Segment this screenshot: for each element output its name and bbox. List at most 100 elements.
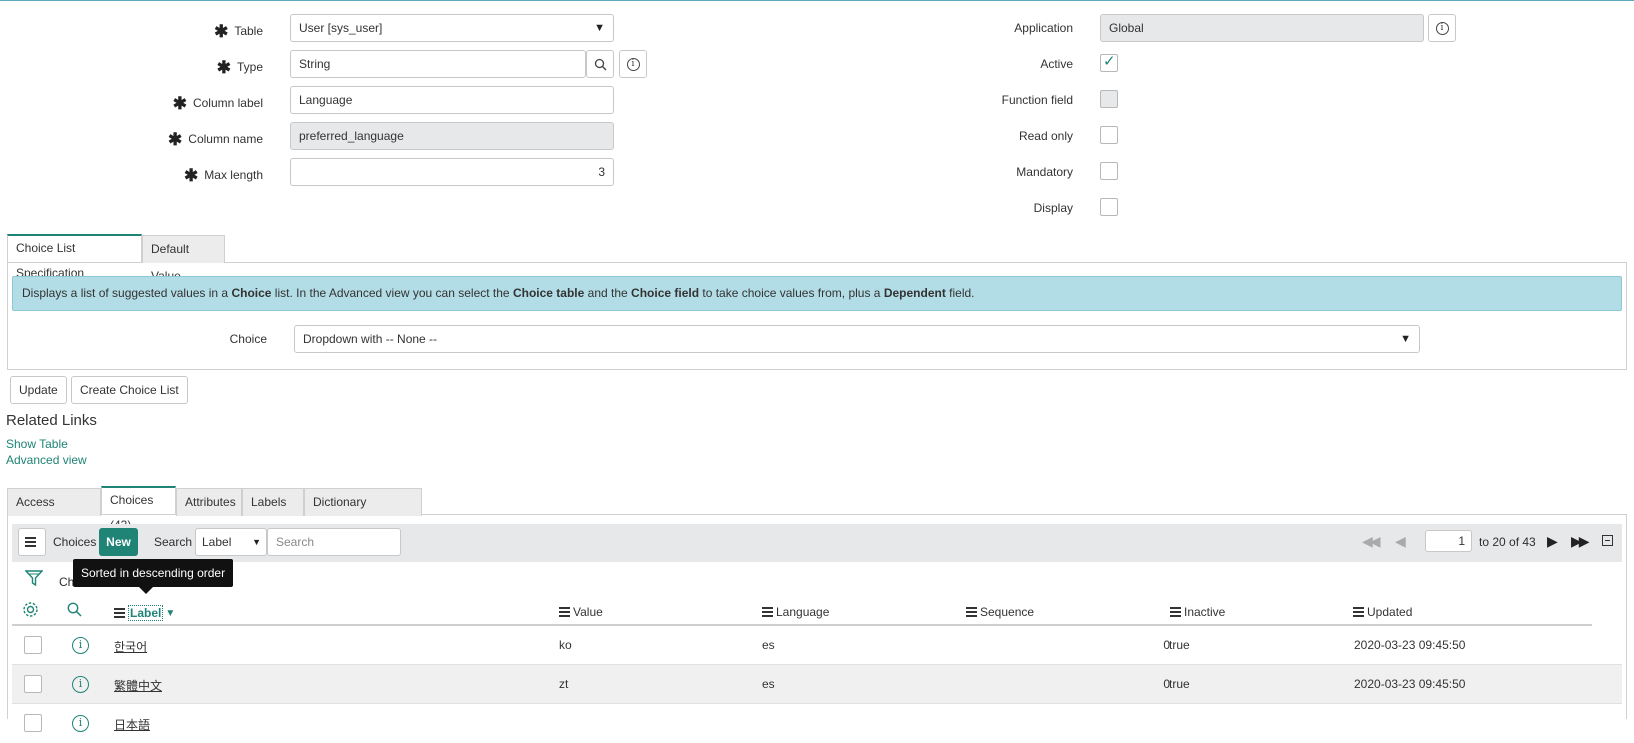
table-select[interactable]: User [sys_user] ▼ xyxy=(290,14,614,42)
info-icon: i xyxy=(1435,21,1449,35)
type-info-button[interactable]: i xyxy=(619,50,647,78)
row-label-link[interactable]: 繁體中文 xyxy=(114,677,162,694)
info-banner: Displays a list of suggested values in a… xyxy=(12,276,1622,311)
page-range-text: to 20 of 43 xyxy=(1479,535,1536,549)
new-button[interactable]: New xyxy=(99,528,138,556)
tab-choice-list-specification[interactable]: Choice List Specification xyxy=(7,234,142,280)
row-language: es xyxy=(762,677,775,691)
column-header-sequence[interactable]: Sequence xyxy=(966,605,1034,619)
search-label: Search xyxy=(154,535,193,549)
mandatory-checkbox[interactable] xyxy=(1100,162,1118,180)
advanced-view-link[interactable]: Advanced view xyxy=(6,453,87,467)
info-icon[interactable]: i xyxy=(72,676,89,693)
row-select-checkbox[interactable] xyxy=(24,636,42,654)
column-menu-icon[interactable] xyxy=(1170,605,1181,619)
list-title: Choices xyxy=(53,535,97,549)
tab-choices[interactable]: Choices (43) xyxy=(101,486,176,532)
top-accent-line xyxy=(0,0,1634,1)
dropdown-arrow-icon: ▼ xyxy=(1400,333,1411,345)
column-header-value[interactable]: Value xyxy=(559,605,603,619)
row-inactive: true xyxy=(1169,638,1190,652)
required-icon: ✱ xyxy=(216,58,231,77)
show-table-link[interactable]: Show Table xyxy=(6,437,68,451)
row-language: es xyxy=(762,638,775,652)
row-select-checkbox[interactable] xyxy=(24,714,42,732)
tab-labels[interactable]: Labels (2) xyxy=(242,488,304,536)
column-menu-icon[interactable] xyxy=(966,605,977,619)
column-label-field[interactable]: Language xyxy=(290,86,614,114)
create-choice-list-button[interactable]: Create Choice List xyxy=(71,376,188,404)
row-inactive: true xyxy=(1169,677,1190,691)
related-links-heading: Related Links xyxy=(6,412,97,429)
table-row: i 繁體中文 zt es 0 true 2020-03-23 09:45:50 xyxy=(12,665,1622,704)
row-label-link[interactable]: 한국어 xyxy=(114,638,147,655)
next-page-icon[interactable]: ▶ xyxy=(1547,533,1558,550)
info-icon: i xyxy=(626,57,640,71)
required-icon: ✱ xyxy=(172,94,187,113)
search-icon[interactable] xyxy=(67,602,82,617)
mandatory-label: Mandatory xyxy=(1016,165,1073,179)
search-icon xyxy=(594,58,606,70)
list-menu-button[interactable] xyxy=(18,528,46,556)
table-row: i 日本語 xyxy=(12,704,1622,743)
collapse-icon[interactable] xyxy=(1602,535,1613,546)
max-length-label: ✱ Max length xyxy=(184,166,263,185)
gear-icon[interactable] xyxy=(22,601,39,618)
column-header-language[interactable]: Language xyxy=(762,605,829,619)
row-value: ko xyxy=(559,638,572,652)
sort-tooltip: Sorted in descending order xyxy=(73,559,234,594)
application-info-button[interactable]: i xyxy=(1428,14,1456,42)
read-only-label: Read only xyxy=(1018,129,1073,143)
filter-icon[interactable] xyxy=(25,569,43,587)
tab-access-controls[interactable]: Access Controls xyxy=(7,488,101,536)
row-sequence: 0 xyxy=(1163,677,1170,691)
column-name-label: ✱ Column name xyxy=(168,130,263,149)
tab-attributes[interactable]: Attributes xyxy=(176,488,242,516)
dropdown-arrow-icon: ▼ xyxy=(252,537,261,547)
type-lookup-button[interactable] xyxy=(586,50,614,78)
max-length-field[interactable]: 3 xyxy=(290,158,614,186)
type-label: ✱ Type xyxy=(216,58,263,77)
sort-descending-icon: ▼ xyxy=(165,607,176,619)
function-field-label: Function field xyxy=(1001,93,1073,107)
column-header-updated[interactable]: Updated xyxy=(1353,605,1412,619)
choice-label: Choice xyxy=(229,332,267,346)
active-label: Active xyxy=(1040,57,1073,71)
application-label: Application xyxy=(1014,21,1073,35)
info-icon[interactable]: i xyxy=(72,715,89,732)
type-field[interactable]: String xyxy=(290,50,586,78)
last-page-icon[interactable]: ▶▶ xyxy=(1571,533,1589,550)
hamburger-icon xyxy=(25,535,36,549)
column-menu-icon[interactable] xyxy=(114,606,125,620)
required-icon: ✱ xyxy=(214,22,229,41)
application-field: Global xyxy=(1100,14,1424,42)
column-label-label: ✱ Column label xyxy=(172,94,263,113)
choice-select[interactable]: Dropdown with -- None -- ▼ xyxy=(294,325,1420,353)
display-checkbox[interactable] xyxy=(1100,198,1118,216)
page-number-input[interactable]: 1 xyxy=(1425,530,1472,552)
table-label: ✱ Table xyxy=(214,22,263,41)
read-only-checkbox[interactable] xyxy=(1100,126,1118,144)
column-header-inactive[interactable]: Inactive xyxy=(1170,605,1225,619)
column-name-field: preferred_language xyxy=(290,122,614,150)
required-icon: ✱ xyxy=(168,130,183,149)
previous-page-icon[interactable]: ◀ xyxy=(1395,533,1406,550)
column-menu-icon[interactable] xyxy=(762,605,773,619)
column-menu-icon[interactable] xyxy=(559,605,570,619)
row-updated: 2020-03-23 09:45:50 xyxy=(1354,638,1466,652)
info-icon[interactable]: i xyxy=(72,637,89,654)
tab-default-value[interactable]: Default Value xyxy=(142,235,225,283)
row-sequence: 0 xyxy=(1163,638,1170,652)
tab-dictionary-overrides[interactable]: Dictionary Overrides xyxy=(304,488,422,536)
function-field-checkbox xyxy=(1100,90,1118,108)
search-input[interactable]: Search xyxy=(267,528,401,556)
row-updated: 2020-03-23 09:45:50 xyxy=(1354,677,1466,691)
search-field-select[interactable]: Label ▼ xyxy=(195,528,267,556)
row-select-checkbox[interactable] xyxy=(24,675,42,693)
active-checkbox[interactable]: ✓ xyxy=(1100,53,1118,72)
display-label: Display xyxy=(1033,201,1073,215)
first-page-icon[interactable]: ◀◀ xyxy=(1362,533,1380,550)
update-button[interactable]: Update xyxy=(10,376,67,404)
column-header-label[interactable]: Label ▼ xyxy=(114,605,175,621)
column-menu-icon[interactable] xyxy=(1353,605,1364,619)
